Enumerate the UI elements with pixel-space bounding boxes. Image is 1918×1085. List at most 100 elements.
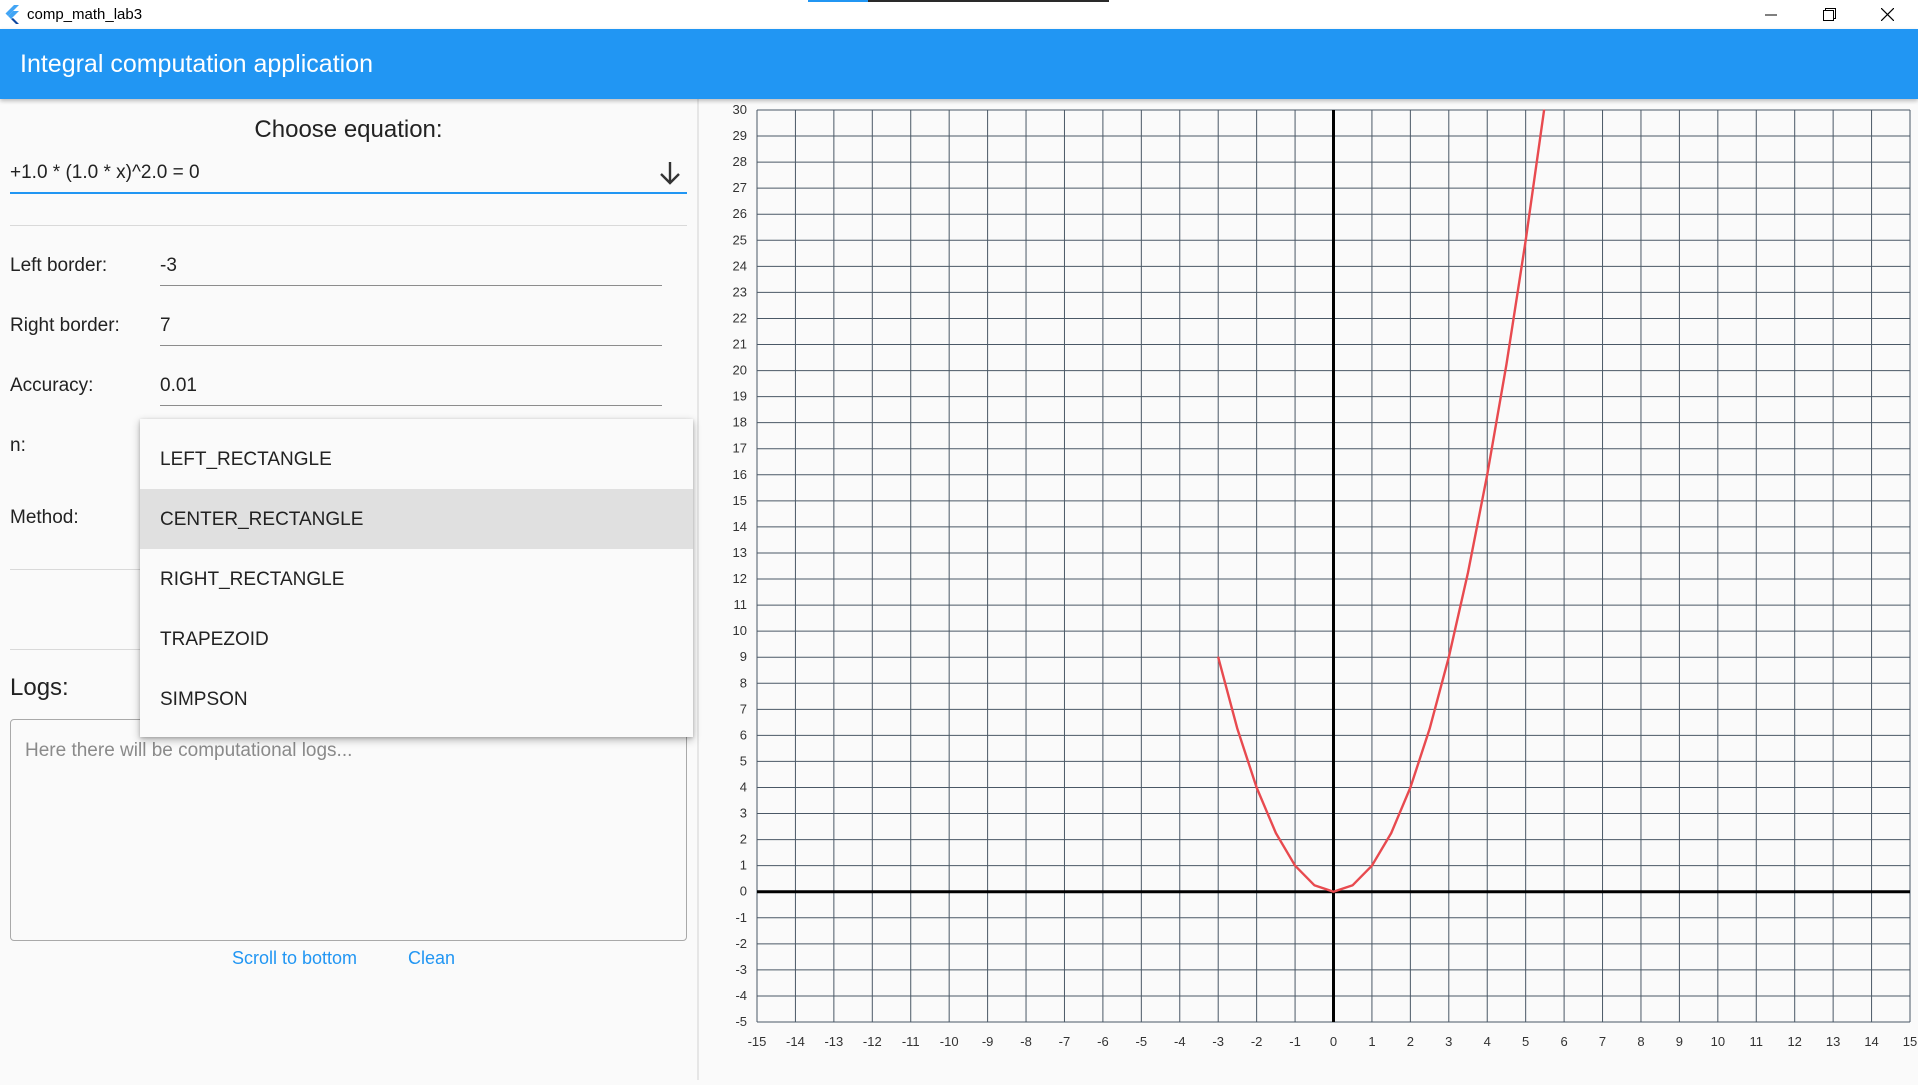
x-tick-label: -3 xyxy=(1212,1034,1224,1049)
x-tick-label: 15 xyxy=(1903,1034,1917,1049)
y-tick-label: 24 xyxy=(733,258,747,273)
arrow-down-icon[interactable] xyxy=(657,159,683,187)
curve-point xyxy=(1505,363,1508,365)
equation-dropdown[interactable]: +1.0 * (1.0 * x)^2.0 = 0 xyxy=(10,159,687,194)
x-tick-label: 11 xyxy=(1750,1034,1764,1049)
right-border-input[interactable]: 7 xyxy=(160,309,662,346)
x-tick-label: 0 xyxy=(1330,1034,1337,1049)
x-tick-label: -4 xyxy=(1174,1034,1186,1049)
y-tick-label: 0 xyxy=(740,884,747,899)
curve-point xyxy=(1351,884,1354,886)
y-tick-label: 11 xyxy=(734,597,748,612)
method-label: Method: xyxy=(10,507,79,528)
app-bar: Integral computation application xyxy=(0,29,1918,99)
close-button[interactable] xyxy=(1858,0,1916,29)
y-tick-label: -2 xyxy=(735,936,747,951)
y-tick-label: 10 xyxy=(733,623,747,638)
window-title: comp_math_lab3 xyxy=(27,6,143,23)
n-label: n: xyxy=(10,435,26,456)
y-tick-label: 1 xyxy=(740,858,747,873)
close-icon xyxy=(1880,8,1894,21)
restore-button[interactable] xyxy=(1800,0,1858,29)
x-tick-label: -12 xyxy=(863,1034,882,1049)
y-tick-label: 9 xyxy=(740,649,747,664)
method-option-label: TRAPEZOID xyxy=(160,629,269,650)
y-tick-label: -1 xyxy=(735,910,747,925)
y-tick-label: 3 xyxy=(740,806,747,821)
x-tick-label: -6 xyxy=(1097,1034,1109,1049)
method-option-center-rectangle[interactable]: CENTER_RECTANGLE xyxy=(140,489,693,549)
method-option-right-rectangle[interactable]: RIGHT_RECTANGLE xyxy=(140,549,693,609)
logs-textarea[interactable]: Here there will be computational logs... xyxy=(10,719,687,941)
y-tick-label: 7 xyxy=(740,701,747,716)
y-tick-label: 20 xyxy=(733,363,747,378)
curve-point xyxy=(1543,109,1545,111)
x-tick-label: -5 xyxy=(1136,1034,1148,1049)
curve-point xyxy=(1313,884,1316,886)
curve-point xyxy=(1275,832,1277,834)
accuracy-input[interactable]: 0.01 xyxy=(160,369,662,406)
curve-point xyxy=(1217,656,1219,658)
graph-canvas: -15 -14 -13 -12 -11 -10 -9 -8 -7 -6 -5 -4 -3 -2 -1 0 1 2 3… xyxy=(733,102,1918,1049)
accuracy-value: 0.01 xyxy=(160,375,197,396)
y-tick-label: 15 xyxy=(733,493,747,508)
y-tick-label: 14 xyxy=(733,519,747,534)
x-tick-label: -10 xyxy=(940,1034,959,1049)
curve-point xyxy=(1524,239,1527,242)
method-option-left-rectangle[interactable]: LEFT_RECTANGLE xyxy=(140,429,693,489)
y-tick-label: 19 xyxy=(733,389,747,404)
left-border-input[interactable]: -3 xyxy=(160,249,662,286)
curve-point xyxy=(1294,864,1296,867)
logs-label: Logs: xyxy=(10,674,69,701)
x-tick-label: 5 xyxy=(1522,1034,1529,1049)
x-tick-label: -13 xyxy=(824,1034,843,1049)
right-border-label: Right border: xyxy=(10,315,120,336)
y-tick-label: 26 xyxy=(733,206,747,221)
y-tick-label: 8 xyxy=(740,675,747,690)
curve-point xyxy=(1448,656,1450,658)
y-tick-label: 28 xyxy=(733,154,747,169)
y-tick-label: 17 xyxy=(733,441,747,456)
curve-point xyxy=(1332,890,1335,893)
curve-point xyxy=(1428,728,1431,730)
y-tick-label: 16 xyxy=(733,467,747,482)
x-tick-label: -2 xyxy=(1251,1034,1263,1049)
accuracy-label: Accuracy: xyxy=(10,375,94,396)
x-tick-label: -7 xyxy=(1059,1034,1071,1049)
y-tick-label: 25 xyxy=(733,232,747,247)
divider xyxy=(10,225,687,226)
x-tick-label: -8 xyxy=(1020,1034,1032,1049)
x-tick-label: -15 xyxy=(748,1034,767,1049)
y-tick-label: 18 xyxy=(733,415,747,430)
equation-dropdown-value: +1.0 * (1.0 * x)^2.0 = 0 xyxy=(10,162,200,183)
y-tick-label: 2 xyxy=(740,832,747,847)
method-option-label: LEFT_RECTANGLE xyxy=(160,449,332,470)
y-tick-label: 21 xyxy=(733,337,747,352)
x-tick-label: -14 xyxy=(786,1034,805,1049)
flutter-logo-icon xyxy=(5,5,19,24)
right-border-value: 7 xyxy=(160,315,171,336)
y-tick-label: 22 xyxy=(733,310,747,325)
clean-button[interactable]: Clean xyxy=(408,948,455,969)
x-tick-label: 13 xyxy=(1826,1034,1840,1049)
method-dropdown-menu: LEFT_RECTANGLE CENTER_RECTANGLE RIGHT_RECT… xyxy=(140,419,693,737)
minimize-button[interactable] xyxy=(1742,0,1800,29)
y-tick-label: 13 xyxy=(733,545,747,560)
method-option-label: CENTER_RECTANGLE xyxy=(160,509,364,530)
left-border-value: -3 xyxy=(160,255,177,276)
method-option-trapezoid[interactable]: TRAPEZOID xyxy=(140,609,693,669)
method-option-simpson[interactable]: SIMPSON xyxy=(140,669,693,729)
y-tick-label: 5 xyxy=(740,753,747,768)
scroll-to-bottom-button[interactable]: Scroll to bottom xyxy=(232,948,357,969)
x-tick-label: -1 xyxy=(1289,1034,1301,1049)
x-tick-label: 1 xyxy=(1368,1034,1375,1049)
x-tick-label: -11 xyxy=(902,1034,920,1049)
x-tick-label: 4 xyxy=(1484,1034,1491,1049)
title-progress-fill xyxy=(808,0,869,2)
x-tick-label: 7 xyxy=(1599,1034,1606,1049)
x-tick-label: -9 xyxy=(982,1034,994,1049)
curve-point xyxy=(1486,474,1489,476)
title-progress-bar xyxy=(808,0,1109,2)
y-tick-label: -4 xyxy=(735,988,747,1003)
choose-equation-label: Choose equation: xyxy=(254,116,443,143)
